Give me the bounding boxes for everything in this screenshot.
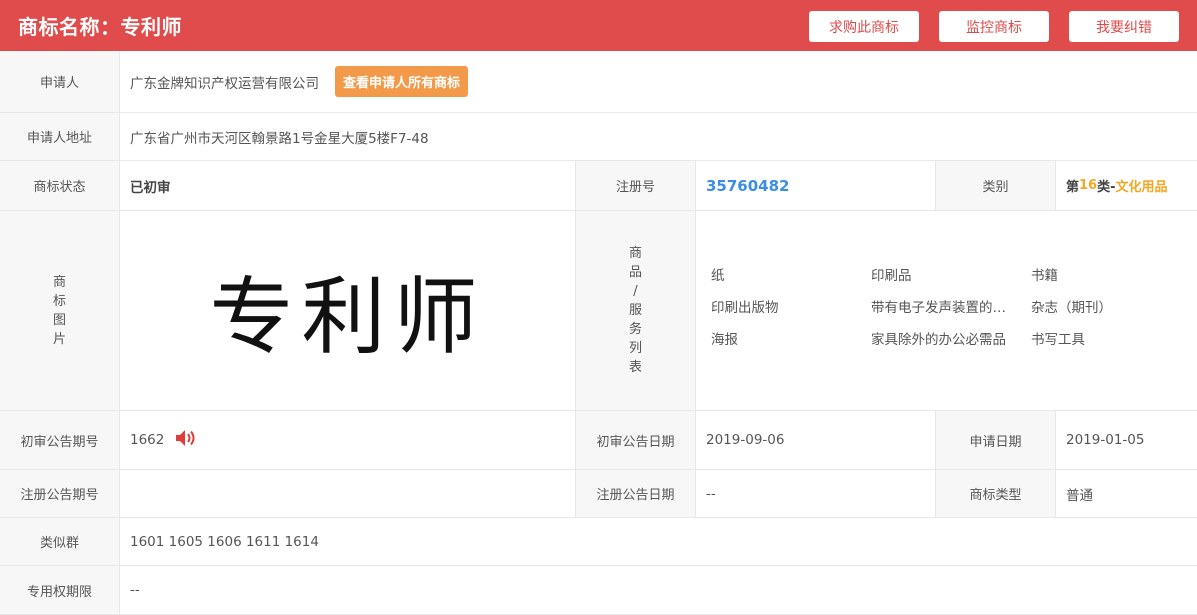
reg-issue-value bbox=[120, 470, 576, 518]
prelim-date-value: 2019-09-06 bbox=[696, 411, 936, 470]
goods-label-char: 品 bbox=[628, 265, 642, 280]
goods-label-char: 服 bbox=[628, 303, 642, 318]
trademark-type-label: 商标类型 bbox=[936, 470, 1056, 518]
image-label-char: 片 bbox=[52, 331, 66, 347]
trademark-type-value: 普通 bbox=[1056, 470, 1197, 518]
goods-label-char: / bbox=[633, 284, 638, 299]
goods-item: 印刷出版物 bbox=[711, 300, 779, 316]
class-mid: 类- bbox=[1097, 180, 1116, 195]
class-name[interactable]: 文化用品 bbox=[1116, 176, 1168, 195]
trademark-mark-text: 专利师 bbox=[209, 268, 486, 366]
goods-item: 家具除外的办公必需品 bbox=[871, 332, 1006, 348]
trademark-image-label: 商 标 图 片 bbox=[0, 211, 120, 411]
apply-date-label: 申请日期 bbox=[936, 411, 1056, 470]
goods-item: 书写工具 bbox=[1031, 332, 1085, 348]
goods-item: 海报 bbox=[711, 332, 738, 348]
header-bar: 商标名称：专利师 求购此商标 监控商标 我要纠错 bbox=[0, 0, 1197, 51]
goods-item: 书籍 bbox=[1031, 268, 1058, 284]
term-label: 专用权期限 bbox=[0, 566, 120, 615]
address-value: 广东省广州市天河区翰景路1号金星大厦5楼F7-48 bbox=[120, 113, 1197, 161]
class-number: 16 bbox=[1079, 178, 1098, 193]
status-label: 商标状态 bbox=[0, 161, 120, 211]
reg-number-cell: 35760482 bbox=[696, 161, 936, 211]
class-prefix: 第 bbox=[1066, 180, 1080, 195]
applicant-value: 广东金牌知识产权运营有限公司 bbox=[130, 75, 319, 92]
goods-item: 带有电子发声装置的儿童书籍 bbox=[871, 300, 1016, 316]
goods-item: 印刷品 bbox=[871, 268, 912, 284]
image-label-char: 标 bbox=[52, 293, 66, 309]
class-value-cell: 第 16 类- 文化用品 bbox=[1056, 161, 1197, 211]
applicant-label: 申请人 bbox=[0, 51, 120, 113]
prelim-issue-cell: 1662 bbox=[120, 411, 576, 470]
prelim-date-label: 初审公告日期 bbox=[576, 411, 696, 470]
apply-date-value: 2019-01-05 bbox=[1056, 411, 1197, 470]
reg-date-label: 注册公告日期 bbox=[576, 470, 696, 518]
applicant-value-cell: 广东金牌知识产权运营有限公司 查看申请人所有商标 bbox=[120, 51, 1197, 113]
reg-issue-label: 注册公告期号 bbox=[0, 470, 120, 518]
report-error-button[interactable]: 我要纠错 bbox=[1069, 11, 1179, 42]
trademark-title: 商标名称：专利师 bbox=[18, 15, 182, 39]
similar-group-label: 类似群 bbox=[0, 518, 120, 566]
goods-label-char: 列 bbox=[628, 341, 642, 356]
address-label: 申请人地址 bbox=[0, 113, 120, 161]
monitor-trademark-button[interactable]: 监控商标 bbox=[939, 11, 1049, 42]
goods-item: 杂志（期刊） bbox=[1031, 300, 1112, 316]
status-value: 已初审 bbox=[120, 161, 576, 211]
goods-list-label: 商 品 / 服 务 列 表 bbox=[576, 211, 696, 411]
trademark-image: 专利师 bbox=[120, 211, 576, 411]
term-value: -- bbox=[120, 566, 1197, 615]
reg-number-value[interactable]: 35760482 bbox=[706, 177, 790, 195]
goods-list: 纸 印刷品 书籍 印刷出版物 带有电子发声装置的儿童书籍 杂志（期刊） 海报 家… bbox=[711, 267, 1191, 349]
image-label-char: 图 bbox=[52, 312, 66, 328]
reg-number-label: 注册号 bbox=[576, 161, 696, 211]
class-label: 类别 bbox=[936, 161, 1056, 211]
goods-label-char: 商 bbox=[628, 246, 642, 261]
goods-label-char: 表 bbox=[628, 360, 642, 375]
image-label-char: 商 bbox=[52, 274, 66, 290]
prelim-issue-label: 初审公告期号 bbox=[0, 411, 120, 470]
buy-trademark-button[interactable]: 求购此商标 bbox=[809, 11, 919, 42]
speaker-icon[interactable] bbox=[174, 428, 198, 452]
similar-group-value: 1601 1605 1606 1611 1614 bbox=[120, 518, 1197, 566]
reg-date-value: -- bbox=[696, 470, 936, 518]
goods-item: 纸 bbox=[711, 268, 725, 284]
goods-label-char: 务 bbox=[628, 322, 642, 337]
prelim-issue-value: 1662 bbox=[130, 432, 165, 448]
view-applicant-trademarks-button[interactable]: 查看申请人所有商标 bbox=[335, 66, 469, 97]
